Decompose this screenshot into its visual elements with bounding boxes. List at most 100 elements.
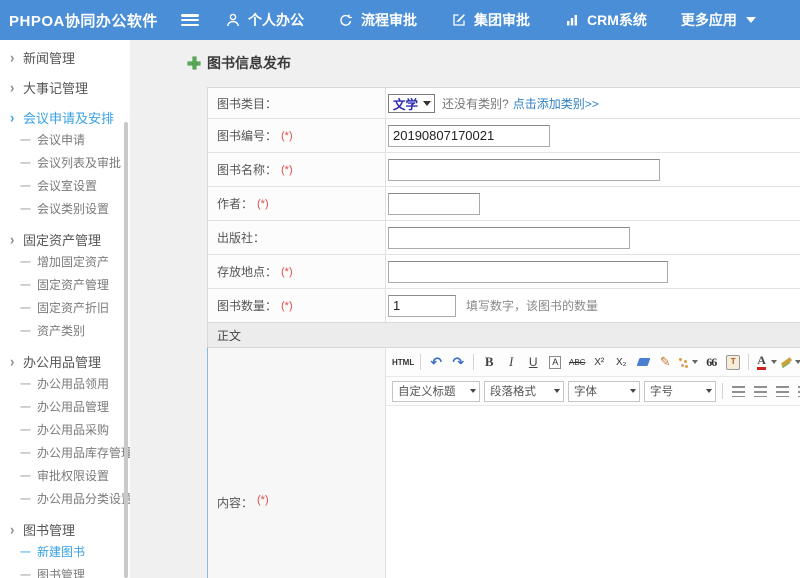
location-label: 存放地点： [217,263,277,280]
required-mark: (*) [257,494,269,506]
content-label: 内容： [217,494,253,511]
font-size-select[interactable]: 字号 [644,381,716,402]
font-family-select[interactable]: 字体 [568,381,640,402]
nav-crm[interactable]: CRM系统 [564,10,647,30]
sidebar-item-meeting-room[interactable]: 会议室设置 [0,174,130,197]
chevron-right-icon: › [10,48,23,65]
sidebar-item-supplies-mgmt[interactable]: ›办公用品管理 [0,350,130,372]
row-content: 内容： (*) HTML ↶ ↷ B I U A ABC X² X₂ [207,347,800,578]
font-border-button[interactable]: A [545,351,565,373]
chevron-right-icon: › [10,520,23,537]
sidebar-item-supplies-inventory[interactable]: 办公用品库存管理 [0,441,130,464]
sidebar-scrollbar[interactable] [124,122,128,578]
align-justify-button[interactable] [794,380,800,402]
category-select[interactable]: 文学 [388,94,435,113]
auto-typeset-button[interactable]: ✎ [655,351,675,373]
editor-content-area[interactable] [386,406,800,578]
user-icon [225,12,241,28]
paragraph-format-select[interactable]: 段落格式 [484,381,564,402]
caret-down-icon [630,389,636,393]
nav-workflow-approval-label: 流程审批 [361,10,417,30]
required-mark: (*) [281,266,293,278]
required-mark: (*) [281,164,293,176]
blockquote-button[interactable]: 66 [701,351,721,373]
category-question: 还没有类别? [442,95,509,112]
sidebar: ›新闻管理 ›大事记管理 ›会议申请及安排 会议申请 会议列表及审批 会议室设置… [0,40,130,578]
page-title-text: 图书信息发布 [207,53,291,73]
sidebar-item-book-new[interactable]: 新建图书 [0,540,130,563]
italic-button[interactable]: I [501,351,521,373]
highlight-color-button[interactable] [780,351,800,373]
sidebar-item-asset-category[interactable]: 资产类别 [0,319,130,342]
sidebar-item-supplies-purchase[interactable]: 办公用品采购 [0,418,130,441]
quantity-input[interactable] [388,295,456,317]
bar-chart-icon [564,12,580,28]
sidebar-item-meeting-category[interactable]: 会议类别设置 [0,197,130,220]
chevron-right-icon: › [10,78,23,95]
chevron-down-icon [746,17,756,23]
sidebar-item-supplies-category[interactable]: 办公用品分类设置 [0,487,130,510]
sidebar-item-supplies-claim[interactable]: 办公用品领用 [0,372,130,395]
sidebar-item-book-manage[interactable]: 图书管理 [0,563,130,578]
sidebar-item-meeting-list[interactable]: 会议列表及审批 [0,151,130,174]
caret-down-icon [771,360,777,364]
quantity-hint: 填写数字，该图书的数量 [466,297,598,314]
undo-icon[interactable]: ↶ [426,351,446,373]
book-name-input[interactable] [388,159,660,181]
sidebar-item-meeting-mgmt[interactable]: ›会议申请及安排 [0,106,130,128]
select-caret-icon [423,101,431,106]
sidebar-item-book-mgmt[interactable]: ›图书管理 [0,518,130,540]
add-category-link[interactable]: 点击添加类别>> [513,95,599,112]
add-plus-icon [188,57,200,69]
nav-crm-label: CRM系统 [587,10,647,30]
row-publisher: 出版社： [208,220,800,254]
category-label: 图书类目： [217,95,277,112]
nav-personal-office[interactable]: 个人办公 [225,10,304,30]
align-left-button[interactable] [728,380,748,402]
publisher-input[interactable] [388,227,630,249]
align-left-icon [732,386,745,397]
redo-icon[interactable]: ↷ [448,351,468,373]
paste-plain-button[interactable] [723,351,743,373]
toolbar-divider [722,383,723,399]
custom-title-select[interactable]: 自定义标题 [392,381,480,402]
source-code-button[interactable]: HTML [391,351,415,373]
nav-workflow-approval[interactable]: 流程审批 [338,10,417,30]
paint-icon [678,357,689,368]
format-painter-button[interactable] [677,351,699,373]
location-input[interactable] [388,261,668,283]
sidebar-item-asset-depreciation[interactable]: 固定资产折旧 [0,296,130,319]
nav-group-approval[interactable]: 集团审批 [451,10,530,30]
book-form: 图书类目： 文学 还没有类别? 点击添加类别>> 图书编号：(*) 图书名称：(… [207,87,800,578]
body-section-header: 正文 [208,322,800,347]
sidebar-item-news[interactable]: ›新闻管理 [0,46,130,68]
number-label: 图书编号： [217,127,277,144]
toolbar-divider [420,354,421,370]
author-label: 作者： [217,195,253,212]
font-color-button[interactable]: A [754,351,778,373]
menu-toggle-icon[interactable] [181,14,199,26]
chevron-right-icon: › [10,230,23,247]
strikethrough-button[interactable]: ABC [567,351,587,373]
caret-down-icon [692,360,698,364]
sidebar-group-books: ›图书管理 新建图书 图书管理 [0,518,130,578]
sidebar-item-asset-mgmt[interactable]: ›固定资产管理 [0,228,130,250]
author-input[interactable] [388,193,480,215]
subscript-button[interactable]: X₂ [611,351,631,373]
align-right-button[interactable] [772,380,792,402]
sidebar-item-meeting-apply[interactable]: 会议申请 [0,128,130,151]
sidebar-item-approval-permission[interactable]: 审批权限设置 [0,464,130,487]
caret-down-icon [795,360,800,364]
sidebar-item-asset-manage[interactable]: 固定资产管理 [0,273,130,296]
sidebar-item-milestones[interactable]: ›大事记管理 [0,76,130,98]
underline-button[interactable]: U [523,351,543,373]
align-center-button[interactable] [750,380,770,402]
nav-more-apps[interactable]: 更多应用 [681,10,756,30]
superscript-button[interactable]: X² [589,351,609,373]
remove-format-button[interactable] [633,351,653,373]
bold-button[interactable]: B [479,351,499,373]
book-number-input[interactable] [388,125,550,147]
sidebar-item-asset-add[interactable]: 增加固定资产 [0,250,130,273]
required-mark: (*) [281,130,293,142]
sidebar-item-supplies-manage[interactable]: 办公用品管理 [0,395,130,418]
